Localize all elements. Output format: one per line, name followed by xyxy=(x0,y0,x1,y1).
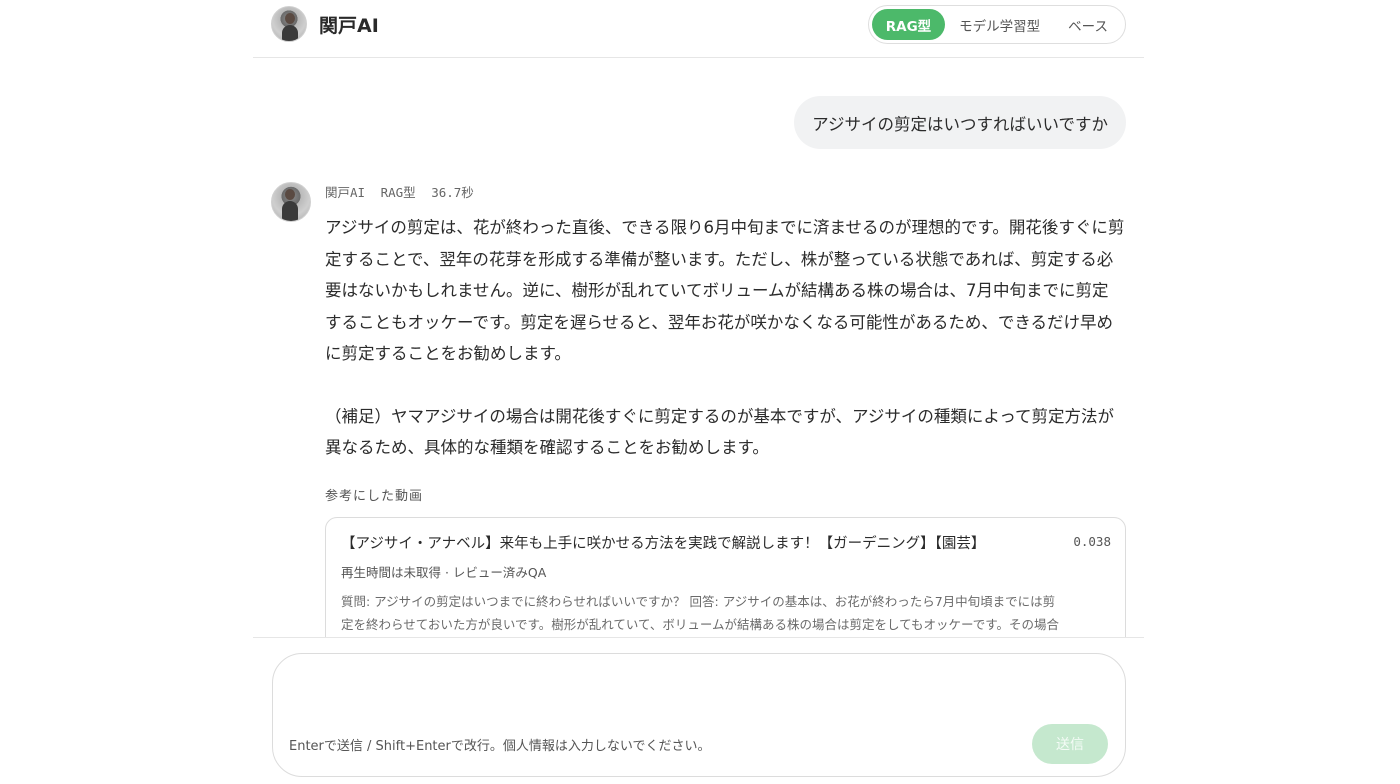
reference-title: 【アジサイ・アナベル】来年も上手に咲かせる方法を実践で解説します！【ガーデニング… xyxy=(341,535,986,552)
mode-model-training-button[interactable]: モデル学習型 xyxy=(945,9,1054,40)
response-time: 36.7秒 xyxy=(431,185,474,200)
reference-excerpt: 質問: アジサイの剪定はいつまでに終わらせればいいですか？ 回答: アジサイの基… xyxy=(341,593,1060,632)
composer-hint: Enterで送信 / Shift+Enterで改行。個人情報は入力しないでくださ… xyxy=(289,739,711,754)
reference-score: 0.038 xyxy=(1073,533,1111,549)
mode-rag-button[interactable]: RAG型 xyxy=(871,9,946,40)
mode-base-button[interactable]: ベース xyxy=(1054,9,1122,40)
references-heading: 参考にした動画 xyxy=(325,488,424,504)
user-message: アジサイの剪定はいつすればいいですか xyxy=(794,96,1126,149)
reference-card[interactable]: 【アジサイ・アナベル】来年も上手に咲かせる方法を実践で解説します！【ガーデニング… xyxy=(325,516,1126,637)
brand-name: 関戸AI xyxy=(319,14,379,37)
answer-paragraph: アジサイの剪定は、花が終わった直後、できる限り6月中旬までに済ませるのが理想的で… xyxy=(325,218,1125,363)
bot-answer: アジサイの剪定は、花が終わった直後、できる限り6月中旬までに済ませるのが理想的で… xyxy=(325,212,1125,464)
bot-mode: RAG型 xyxy=(380,185,416,200)
bot-message-body: 関戸AI RAG型 36.7秒 アジサイの剪定は、花が終わった直後、できる限り6… xyxy=(325,182,1126,637)
answer-paragraph: （補足）ヤマアジサイの場合は開花後すぐに剪定するのが基本ですが、アジサイの種類に… xyxy=(325,406,1115,458)
bot-avatar xyxy=(271,182,311,222)
bot-message-meta: 関戸AI RAG型 36.7秒 xyxy=(325,182,1126,204)
chat-log[interactable]: アジサイの剪定はいつすればいいですか 関戸AI RAG型 36.7秒 アジサイの… xyxy=(253,58,1144,638)
chat-app: 関戸AI RAG型 モデル学習型 ベース アジサイの剪定はいつすればいいですか … xyxy=(0,0,1400,784)
avatar xyxy=(271,6,307,42)
bot-name: 関戸AI xyxy=(325,185,366,200)
brand: 関戸AI xyxy=(271,6,379,42)
message-input[interactable] xyxy=(291,668,1011,718)
send-button[interactable]: 送信 xyxy=(1032,724,1108,764)
app-header: 関戸AI RAG型 モデル学習型 ベース xyxy=(253,0,1144,58)
message-composer: Enterで送信 / Shift+Enterで改行。個人情報は入力しないでくださ… xyxy=(272,653,1126,777)
reference-meta: 再生時間は未取得 · レビュー済みQA xyxy=(341,564,547,580)
mode-switch: RAG型 モデル学習型 ベース xyxy=(867,5,1126,44)
